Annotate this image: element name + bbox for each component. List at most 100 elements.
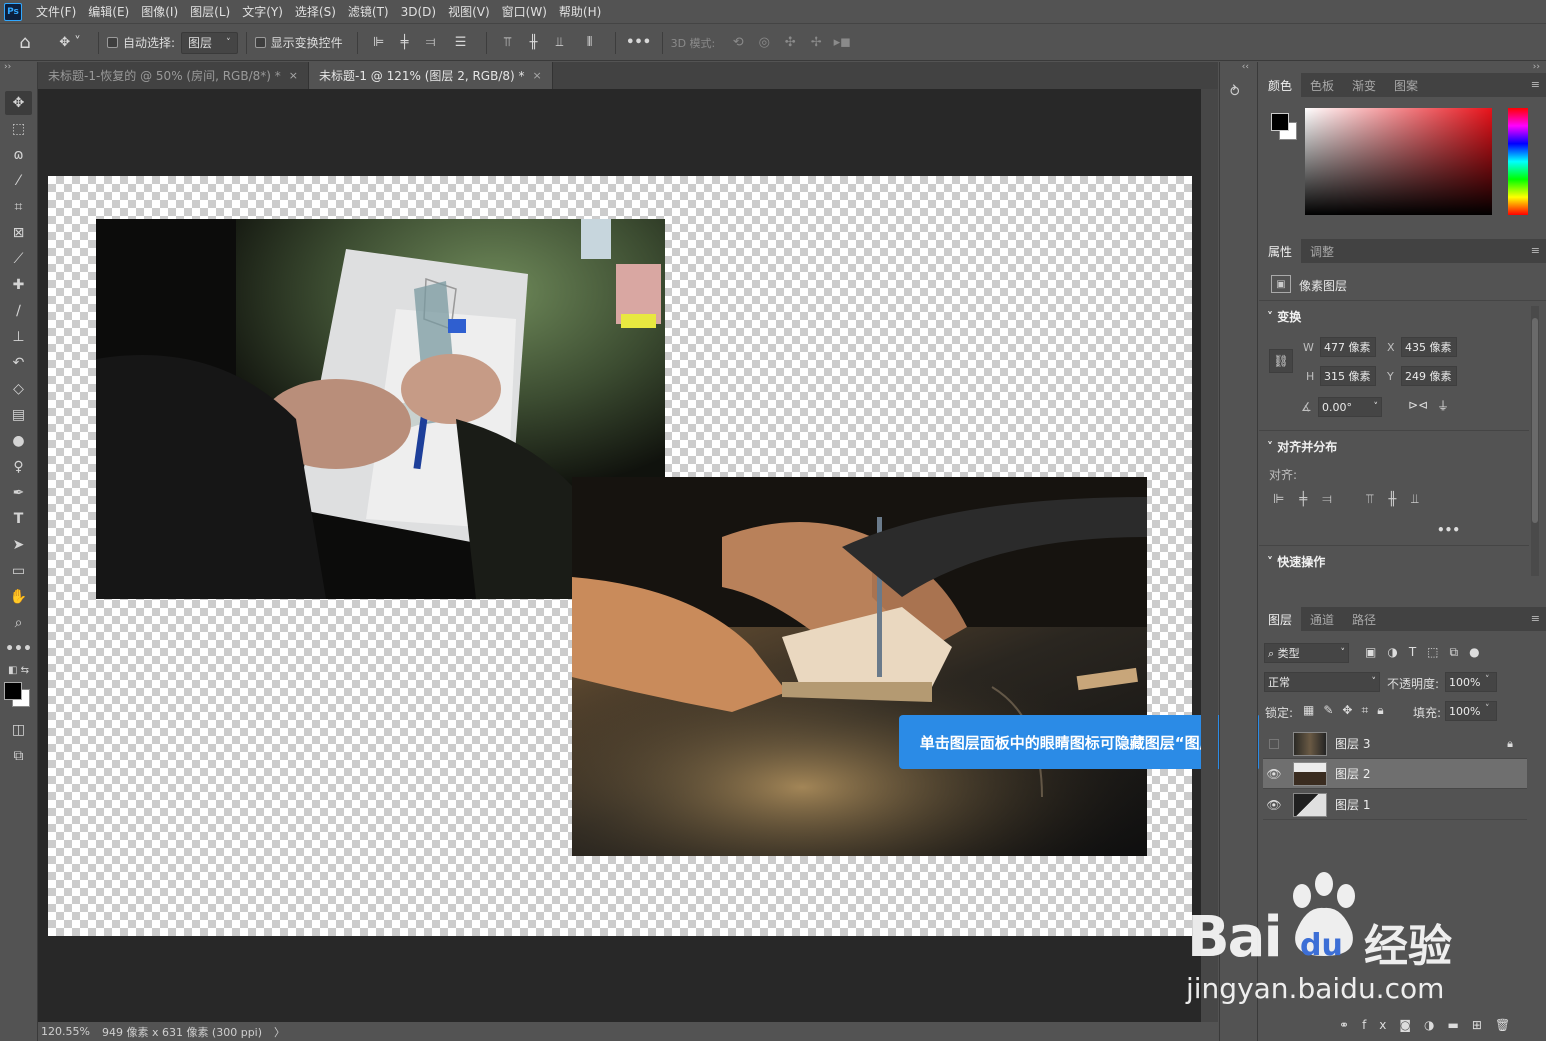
eye-icon[interactable]: 👁︎ (1263, 759, 1285, 789)
zoom-level[interactable]: 120.55% (41, 1025, 90, 1038)
3d-roll-icon[interactable]: ◎ (751, 35, 777, 50)
menu-select[interactable]: 选择(S) (289, 0, 342, 24)
panel-menu-icon[interactable]: ≡ (1531, 78, 1540, 91)
menu-layer[interactable]: 图层(L) (184, 0, 236, 24)
lock-position-icon[interactable]: ✥ (1342, 703, 1361, 717)
close-icon[interactable]: × (289, 69, 298, 82)
flip-horizontal-icon[interactable]: ⊳⊲ (1408, 398, 1428, 412)
status-menu-arrow[interactable]: 〉 (274, 1024, 285, 1040)
eye-icon[interactable]: 👁︎ (1263, 790, 1285, 820)
adjustment-layer-icon[interactable]: ◑ (1424, 1018, 1447, 1032)
hand-tool-icon[interactable]: ✋ (5, 585, 32, 609)
menu-file[interactable]: 文件(F) (30, 0, 82, 24)
tab-current-doc[interactable]: 未标题-1 @ 121% (图层 2, RGB/8) * × (308, 62, 553, 89)
move-tool-icon[interactable]: ✥ (5, 91, 32, 115)
align-top-icon[interactable]: ⫪ (1366, 492, 1388, 507)
quick-select-tool-icon[interactable]: ⁄ (5, 169, 32, 193)
width-field[interactable]: 477 像素 (1320, 337, 1376, 357)
flip-vertical-icon[interactable]: ⏚ (1437, 397, 1449, 414)
filter-toggle-icon[interactable]: ● (1469, 645, 1490, 659)
3d-orbit-icon[interactable]: ⟲ (725, 35, 751, 50)
new-layer-icon[interactable]: ⊞ (1472, 1018, 1495, 1032)
color-field[interactable] (1305, 108, 1492, 215)
quick-actions-header[interactable]: ˅ 快速操作 (1267, 553, 1325, 570)
pen-tool-icon[interactable]: ✒ (5, 481, 32, 505)
zoom-tool-icon[interactable]: ⌕ (5, 611, 32, 635)
show-transform-checkbox[interactable] (254, 37, 266, 48)
3d-pan-icon[interactable]: ✣ (777, 35, 803, 50)
more-align-options[interactable]: ••• (1437, 523, 1460, 537)
layer-row-1[interactable]: 👁︎ 图层 1 (1263, 790, 1527, 820)
auto-select-dropdown[interactable]: 图层 ˅ (181, 31, 238, 54)
path-select-tool-icon[interactable]: ➤ (5, 533, 32, 557)
lock-artboard-icon[interactable]: ⌗ (1361, 703, 1377, 717)
history-panel-icon[interactable]: ⥁ (1230, 84, 1248, 106)
align-middle-v-icon[interactable]: ╫ (521, 35, 547, 50)
align-center-icon[interactable]: ╪ (1299, 492, 1322, 507)
align-buttons[interactable]: ⊫╪⫤ ⫪╫⫫ (1273, 492, 1434, 507)
transform-section-header[interactable]: ˅ 变换 (1267, 308, 1301, 325)
distribute-v-icon[interactable]: ☰ (444, 35, 478, 50)
more-options-icon[interactable]: ••• (624, 35, 654, 50)
tab-patterns[interactable]: 图案 (1385, 73, 1427, 97)
tab-paths[interactable]: 路径 (1343, 607, 1385, 631)
align-center-h-icon[interactable]: ╪ (392, 35, 418, 50)
history-brush-tool-icon[interactable]: ↶ (5, 351, 32, 375)
layer-2-photo-sawing[interactable] (572, 477, 1147, 856)
healing-brush-tool-icon[interactable]: ✚ (5, 273, 32, 297)
frame-tool-icon[interactable]: ⊠ (5, 221, 32, 245)
auto-select-checkbox[interactable] (107, 37, 118, 48)
tab-swatches[interactable]: 色板 (1301, 73, 1343, 97)
align-middle-icon[interactable]: ╫ (1388, 492, 1411, 507)
panel-menu-icon[interactable]: ≡ (1531, 244, 1540, 257)
y-field[interactable]: 249 像素 (1401, 366, 1457, 386)
menu-edit[interactable]: 编辑(E) (82, 0, 135, 24)
align-top-icon[interactable]: ⫪ (495, 35, 521, 50)
gradient-tool-icon[interactable]: ▤ (5, 403, 32, 427)
clone-stamp-tool-icon[interactable]: ⊥ (5, 325, 32, 349)
type-tool-icon[interactable]: T (5, 507, 32, 531)
vertical-scrollbar[interactable] (1201, 89, 1218, 1022)
foreground-color-swatch[interactable] (4, 682, 22, 700)
chevron-down-icon[interactable]: ˅ (1485, 704, 1490, 714)
lock-transparent-icon[interactable]: ▦ (1303, 703, 1323, 717)
layer-filter-dropdown[interactable]: ⌕ 类型 ˅ (1264, 643, 1349, 663)
menu-window[interactable]: 窗口(W) (496, 0, 553, 24)
new-group-icon[interactable]: ▬ (1448, 1018, 1472, 1032)
scroll-thumb[interactable] (1532, 318, 1538, 523)
tab-layers[interactable]: 图层 (1259, 607, 1302, 631)
marquee-tool-icon[interactable]: ⬚ (5, 117, 32, 141)
filter-adjustment-icon[interactable]: ◑ (1387, 645, 1408, 659)
screen-mode-icon[interactable]: ⧉ (5, 744, 32, 768)
link-layers-icon[interactable]: ⚭ (1339, 1018, 1362, 1032)
menu-type[interactable]: 文字(Y) (236, 0, 289, 24)
edit-toolbar-icon[interactable]: ••• (5, 637, 32, 661)
tab-properties[interactable]: 属性 (1259, 239, 1302, 263)
collapse-panels-icon[interactable]: ›› (1533, 62, 1540, 72)
tab-adjustments[interactable]: 调整 (1301, 239, 1343, 263)
brush-tool-icon[interactable]: ∕ (5, 299, 32, 323)
filter-type-icon[interactable]: T (1409, 645, 1427, 659)
eraser-tool-icon[interactable]: ◇ (5, 377, 32, 401)
trash-icon[interactable]: 🗑︎ (1495, 1018, 1523, 1032)
align-bottom-icon[interactable]: ⫫ (1411, 492, 1433, 507)
3d-camera-icon[interactable]: ▸◼ (829, 35, 855, 50)
tab-gradients[interactable]: 渐变 (1343, 73, 1385, 97)
home-icon[interactable]: ⌂ (0, 32, 50, 53)
foreground-swatch[interactable] (1271, 113, 1289, 131)
align-left-icon[interactable]: ⊫ (1273, 492, 1299, 507)
layer-row-3[interactable]: 图层 3 🔒︎ (1263, 729, 1527, 759)
tab-color[interactable]: 颜色 (1259, 73, 1302, 97)
link-dimensions-icon[interactable]: ⛓ (1269, 349, 1293, 373)
menu-3d[interactable]: 3D(D) (395, 0, 442, 24)
tab-channels[interactable]: 通道 (1301, 607, 1343, 631)
close-icon[interactable]: × (533, 69, 542, 82)
quick-mask-icon[interactable]: ◫ (5, 718, 32, 742)
expand-dock-icon[interactable]: ‹‹ (1242, 62, 1249, 72)
filter-shape-icon[interactable]: ⬚ (1427, 645, 1449, 659)
3d-slide-icon[interactable]: ✢ (803, 35, 829, 50)
rectangle-tool-icon[interactable]: ▭ (5, 559, 32, 583)
filter-smart-object-icon[interactable]: ⧉ (1450, 645, 1470, 659)
blur-tool-icon[interactable]: ● (5, 429, 32, 453)
panel-menu-icon[interactable]: ≡ (1531, 612, 1540, 625)
